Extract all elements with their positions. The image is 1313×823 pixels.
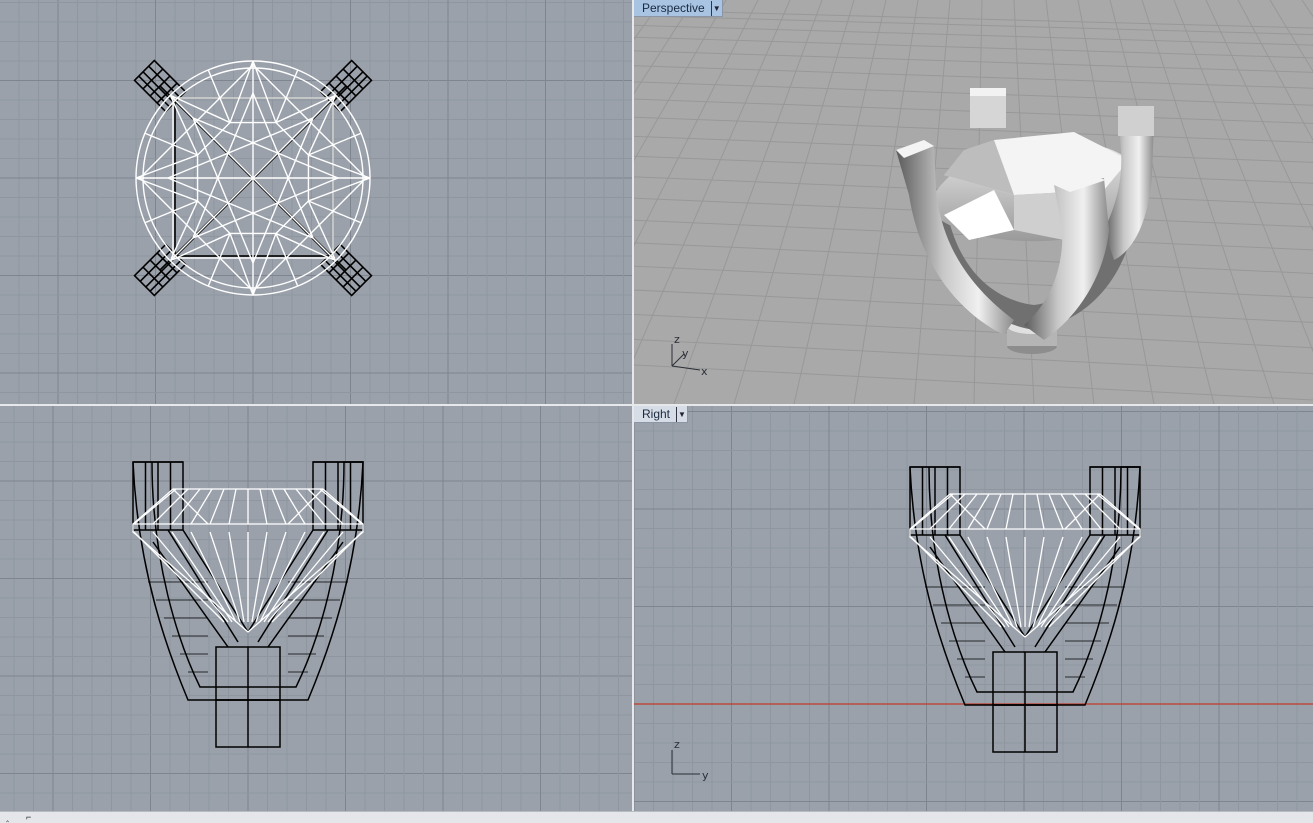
viewport-right[interactable]: z y Right ▼ <box>634 406 1313 811</box>
tab-right[interactable]: Right ▼ <box>634 406 689 423</box>
right-view-canvas: z y <box>634 406 1313 811</box>
axis-z-label: z <box>674 333 680 346</box>
tab-perspective[interactable]: Perspective ▼ <box>634 0 723 17</box>
chevron-down-icon[interactable]: ▼ <box>676 406 687 422</box>
top-view-canvas <box>0 0 632 404</box>
grid <box>0 406 632 811</box>
setting-wireframe-front <box>132 461 364 748</box>
chevron-down-icon[interactable]: ▼ <box>710 0 722 16</box>
viewport-perspective[interactable]: z y x Perspective ▼ <box>634 0 1313 404</box>
front-view-canvas <box>0 406 632 811</box>
axis-y-label: y <box>702 769 709 782</box>
axis-x-label: x <box>701 365 708 378</box>
status-bar: ‸ ⌐ <box>0 811 1313 823</box>
statusbar-mark: ⌐ <box>26 812 32 822</box>
tab-perspective-label: Perspective <box>642 0 705 15</box>
grid <box>0 0 632 404</box>
axis-z-label: z <box>674 738 680 751</box>
axis-y-label: y <box>682 347 689 360</box>
setting-wireframe-right <box>909 466 1141 753</box>
statusbar-mark: ‸ <box>6 812 10 822</box>
viewport-front[interactable] <box>0 406 632 811</box>
rendered-setting <box>896 88 1154 354</box>
tab-right-label: Right <box>642 406 671 421</box>
perspective-canvas: z y x <box>634 0 1313 404</box>
viewport-top[interactable] <box>0 0 632 404</box>
gem-wireframe-top <box>135 60 371 296</box>
viewport-splitter-horizontal[interactable] <box>0 404 1313 406</box>
